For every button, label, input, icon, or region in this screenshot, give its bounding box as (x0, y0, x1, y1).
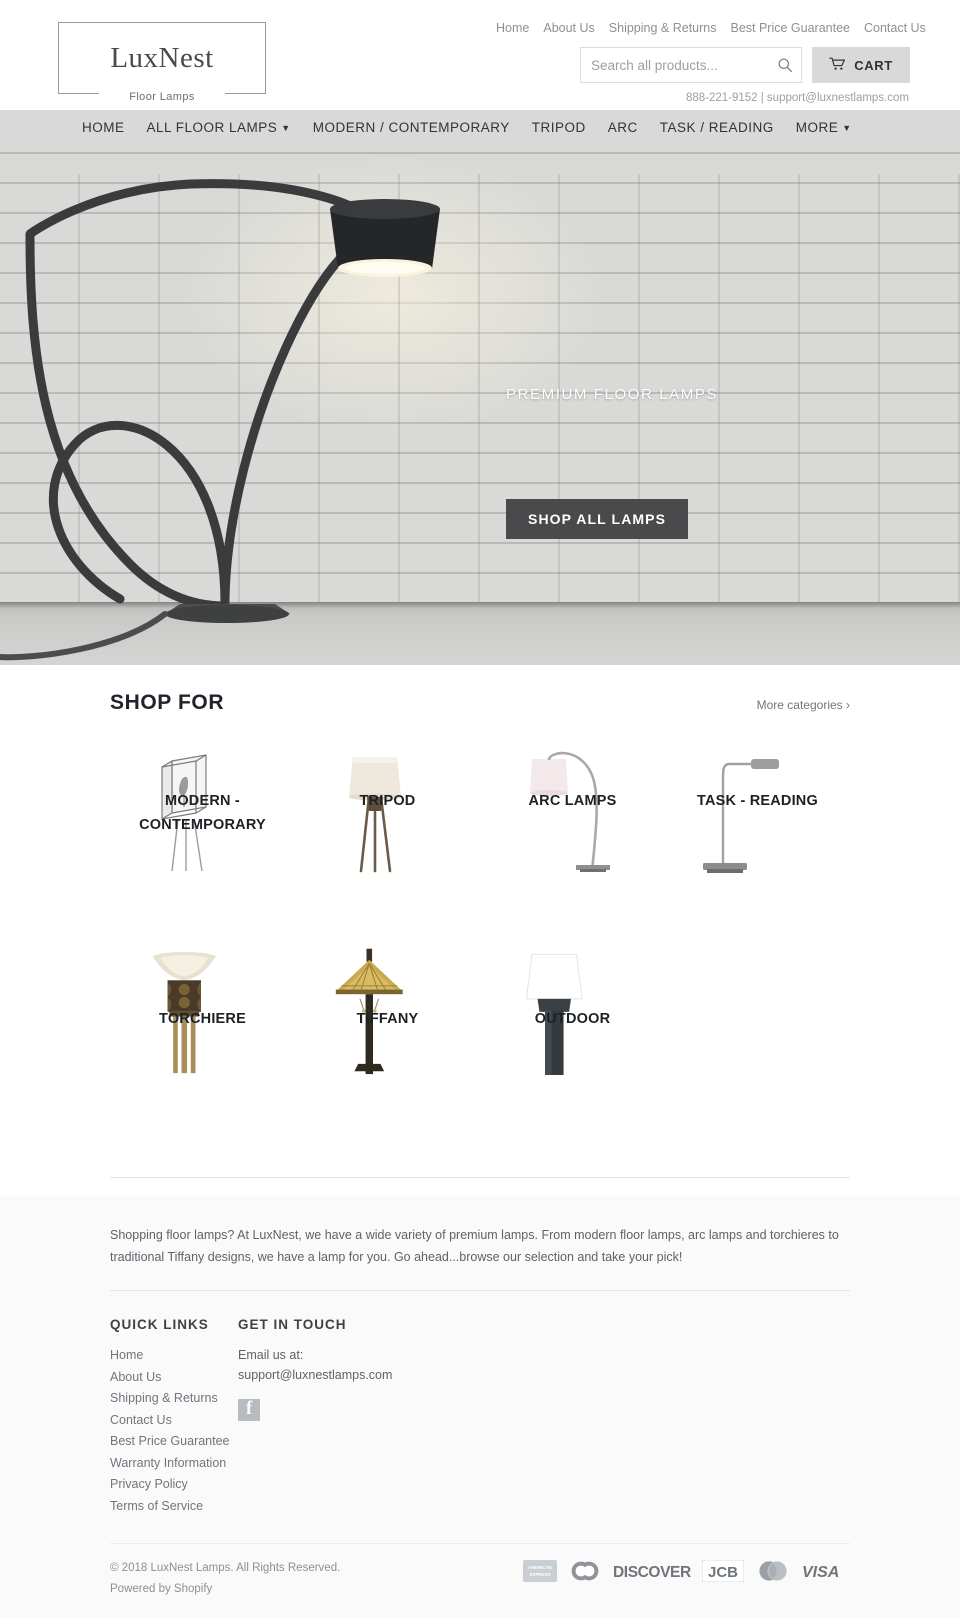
category-card-torchiere[interactable]: TORCHIERE (110, 933, 295, 1143)
payment-methods: AMERICAN EXPRESS DISCOVER JCB VISA (523, 1558, 850, 1582)
nav-item-arc[interactable]: ARC (608, 120, 638, 135)
svg-text:AMERICAN: AMERICAN (528, 1565, 552, 1570)
search-icon[interactable] (777, 57, 793, 73)
footer-link-best-price-guarantee[interactable]: Best Price Guarantee (110, 1431, 238, 1453)
nav-label: TASK / READING (659, 119, 774, 135)
category-card-task-reading[interactable]: TASK - READING (665, 733, 850, 933)
svg-text:EXPRESS: EXPRESS (530, 1572, 551, 1577)
footer-link-warranty-information[interactable]: Warranty Information (110, 1453, 238, 1475)
nav-label: HOME (82, 119, 125, 135)
category-grid-row-2: TORCHIERE TIFFANY OUTDOOR (110, 933, 850, 1143)
category-label: TORCHIERE (159, 1011, 246, 1027)
visa-icon: VISA (802, 1560, 850, 1582)
nav-item-home[interactable]: HOME (82, 120, 125, 135)
nav-label: MODERN / CONTEMPORARY (312, 119, 510, 135)
utility-link-contact-us[interactable]: Contact Us (864, 20, 926, 37)
primary-nav: HOME ALL FLOOR LAMPS ▼ MODERN / CONTEMPO… (0, 110, 960, 144)
store-description: Shopping floor lamps? At LuxNest, we hav… (110, 1228, 839, 1264)
category-label: TASK - READING (697, 793, 818, 809)
footer-link-home[interactable]: Home (110, 1345, 238, 1367)
nav-item-modern-contemporary[interactable]: MODERN / CONTEMPORARY (313, 120, 510, 135)
nav-label: ALL FLOOR LAMPS (146, 119, 278, 135)
logo[interactable]: LuxNest Floor Lamps (50, 10, 266, 103)
copyright-block: © 2018 LuxNest Lamps. All Rights Reserve… (110, 1558, 340, 1600)
category-label: TIFFANY (356, 1011, 419, 1027)
category-card-arc-lamps[interactable]: ARC LAMPS (480, 733, 665, 933)
arc-floor-lamp-illustration (0, 179, 440, 661)
logo-wordmark: LuxNest (110, 42, 214, 74)
copyright-text: © 2018 LuxNest Lamps. All Rights Reserve… (110, 1562, 341, 1574)
american-express-icon: AMERICAN EXPRESS (523, 1560, 557, 1582)
nav-label: TRIPOD (531, 119, 586, 135)
hero-banner[interactable]: PREMIUM FLOOR LAMPS SHOP ALL LAMPS (0, 144, 960, 665)
hero-background-image (0, 144, 960, 665)
svg-text:DISCOVER: DISCOVER (613, 1564, 691, 1581)
footer-link-terms-of-service[interactable]: Terms of Service (110, 1496, 238, 1518)
category-card-modern-contemporary[interactable]: MODERN - CONTEMPORARY (110, 733, 295, 933)
powered-by-shopify-link[interactable]: Powered by Shopify (110, 1583, 212, 1595)
footer-link-contact-us[interactable]: Contact Us (110, 1410, 238, 1432)
utility-link-best-price-guarantee[interactable]: Best Price Guarantee (730, 20, 850, 37)
mastercard-icon (755, 1560, 791, 1582)
utility-link-about-us[interactable]: About Us (543, 20, 594, 37)
footer-link-about-us[interactable]: About Us (110, 1367, 238, 1389)
header-right: Home About Us Shipping & Returns Best Pr… (430, 10, 926, 104)
utility-link-home[interactable]: Home (496, 20, 529, 37)
hero-headline: PREMIUM FLOOR LAMPS (506, 386, 719, 403)
category-label: ARC LAMPS (528, 793, 617, 809)
category-card-tiffany[interactable]: TIFFANY (295, 933, 480, 1143)
nav-item-tripod[interactable]: TRIPOD (532, 120, 586, 135)
category-card-outdoor[interactable]: OUTDOOR (480, 933, 665, 1143)
discover-icon: DISCOVER (613, 1560, 691, 1582)
utility-nav: Home About Us Shipping & Returns Best Pr… (430, 20, 926, 37)
jcb-icon: JCB (702, 1560, 744, 1582)
nav-item-task-reading[interactable]: TASK / READING (660, 120, 774, 135)
support-email[interactable]: support@luxnestlamps.com (238, 1365, 538, 1385)
footer-link-privacy-policy[interactable]: Privacy Policy (110, 1474, 238, 1496)
shop-all-lamps-button[interactable]: SHOP ALL LAMPS (506, 499, 689, 539)
category-label: MODERN - CONTEMPORARY (139, 793, 266, 833)
diners-club-icon (568, 1560, 602, 1582)
site-header: LuxNest Floor Lamps Home About Us Shippi… (0, 0, 960, 110)
category-grid-row-1: MODERN - CONTEMPORARY TRIPOD ARC LAMPS T… (110, 733, 850, 933)
section-divider (110, 1177, 850, 1178)
nav-label: ARC (607, 119, 638, 135)
category-card-empty (665, 933, 850, 1143)
quick-links-column: QUICK LINKS Home About Us Shipping & Ret… (110, 1317, 238, 1517)
nav-item-all-floor-lamps[interactable]: ALL FLOOR LAMPS ▼ (147, 120, 291, 135)
quick-links-heading: QUICK LINKS (110, 1317, 209, 1332)
logo-box: LuxNest Floor Lamps (58, 22, 266, 103)
get-in-touch-heading: GET IN TOUCH (238, 1317, 347, 1332)
page-title: SHOP FOR (110, 691, 225, 714)
nav-item-more[interactable]: MORE ▼ (796, 120, 852, 135)
site-footer: Shopping floor lamps? At LuxNest, we hav… (0, 1196, 960, 1618)
cart-icon (829, 57, 846, 74)
chevron-down-icon: ▼ (842, 123, 852, 133)
cart-label: CART (854, 57, 893, 73)
contact-info: 888-221-9152 | support@luxnestlamps.com (685, 92, 909, 104)
search-box[interactable] (580, 47, 802, 83)
svg-text:JCB: JCB (708, 1564, 738, 1581)
footer-link-shipping-returns[interactable]: Shipping & Returns (110, 1388, 238, 1410)
search-and-cart: CART (430, 47, 910, 83)
chevron-down-icon: ▼ (281, 123, 291, 133)
more-categories-link[interactable]: More categories › (757, 698, 850, 712)
category-label: OUTDOOR (534, 1011, 611, 1027)
category-card-tripod[interactable]: TRIPOD (295, 733, 480, 933)
utility-link-shipping-returns[interactable]: Shipping & Returns (609, 20, 717, 37)
shop-for-section: SHOP FOR More categories › MODERN - CONT… (0, 665, 960, 1178)
cart-button[interactable]: CART (812, 47, 910, 83)
search-input[interactable] (591, 57, 777, 73)
email-label: Email us at: (238, 1348, 304, 1362)
logo-tagline: Floor Lamps (59, 91, 265, 103)
svg-text:VISA: VISA (802, 1564, 839, 1581)
nav-label: MORE (795, 119, 839, 135)
get-in-touch-column: GET IN TOUCH Email us at: support@luxnes… (238, 1317, 538, 1517)
category-label: TRIPOD (359, 793, 416, 809)
facebook-icon[interactable] (238, 1398, 260, 1421)
